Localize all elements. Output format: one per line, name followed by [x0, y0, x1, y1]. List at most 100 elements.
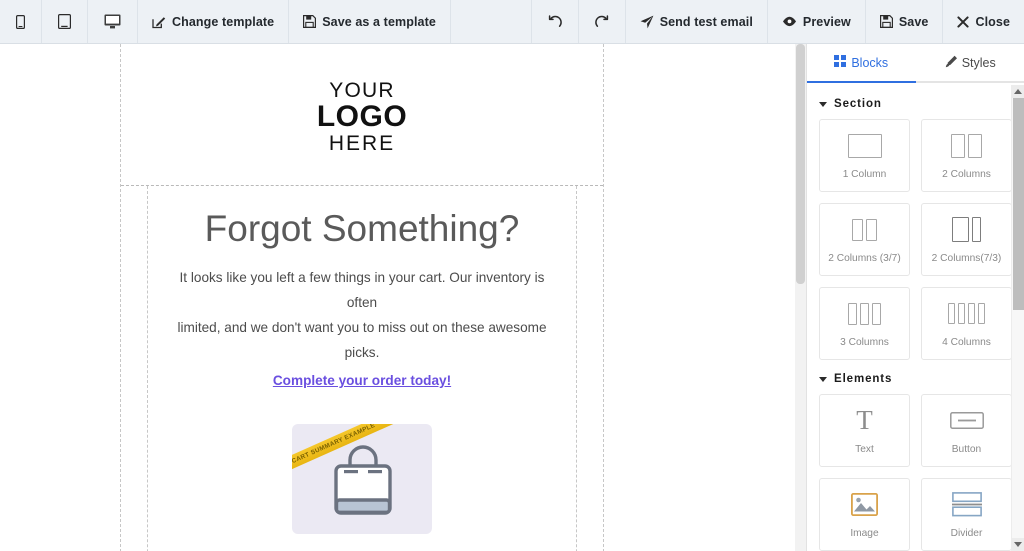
block-4-columns-label: 4 Columns [942, 336, 991, 348]
block-2-columns-3-7-label: 2 Columns (3/7) [828, 252, 901, 264]
two-columns-icon [951, 131, 982, 161]
logo-line-2: LOGO [316, 100, 408, 133]
preview-button[interactable]: Preview [766, 0, 865, 43]
close-button[interactable]: Close [942, 0, 1024, 43]
save-as-template-label: Save as a template [322, 14, 436, 29]
elements-blocks-grid: T Text Button Image Divider [807, 394, 1012, 551]
item-name-text: Item Name x Item Quantity [148, 539, 576, 551]
mobile-preview-button[interactable] [0, 0, 42, 43]
tablet-icon [58, 14, 71, 29]
change-template-button[interactable]: Change template [138, 0, 290, 43]
element-button[interactable]: Button [921, 394, 1012, 467]
element-image[interactable]: Image [819, 478, 910, 551]
top-toolbar: Change template Save as a template Send … [0, 0, 1024, 44]
scroll-down-arrow-icon[interactable] [1012, 538, 1024, 551]
save-label: Save [898, 14, 929, 29]
three-columns-icon [848, 299, 881, 329]
sidebar-scrollbar-thumb[interactable] [1013, 98, 1024, 310]
desktop-icon [104, 14, 121, 29]
block-2-columns-7-3[interactable]: 2 Columns(7/3) [921, 203, 1012, 276]
right-sidebar: Blocks Styles Section 1 Column 2 Columns… [806, 44, 1024, 551]
element-image-label: Image [850, 527, 879, 539]
logo-line-3: HERE [328, 132, 396, 155]
email-section-logo[interactable]: YOUR LOGO HERE [121, 44, 603, 186]
elements-group-header[interactable]: Elements [807, 360, 1012, 394]
brush-icon [944, 55, 957, 71]
send-test-email-button[interactable]: Send test email [624, 0, 767, 43]
sidebar-scrollbar[interactable] [1011, 85, 1024, 551]
block-1-column[interactable]: 1 Column [819, 119, 910, 192]
floppy-disk-icon [879, 15, 893, 28]
toolbar-left-group: Change template Save as a template [0, 0, 451, 43]
preview-label: Preview [802, 14, 851, 29]
block-3-columns-label: 3 Columns [840, 336, 889, 348]
chevron-down-icon [819, 376, 827, 382]
tab-blocks[interactable]: Blocks [807, 44, 916, 83]
eye-icon [782, 16, 797, 27]
section-blocks-grid: 1 Column 2 Columns 2 Columns (3/7) 2 Col… [807, 119, 1012, 360]
save-button[interactable]: Save [864, 0, 943, 43]
redo-icon [594, 14, 609, 29]
product-block[interactable]: CART SUMMARY EXAMPLE [148, 388, 576, 551]
elements-group-label: Elements [834, 373, 893, 385]
body-copy-line-2: limited, and we don't want you to miss o… [177, 319, 547, 360]
element-divider-label: Divider [950, 527, 983, 539]
product-image[interactable]: CART SUMMARY EXAMPLE [292, 424, 432, 535]
email-canvas-area: YOUR LOGO HERE Forgot Something? It look… [0, 44, 806, 551]
email-canvas[interactable]: YOUR LOGO HERE Forgot Something? It look… [120, 44, 604, 551]
one-column-icon [847, 131, 882, 161]
chevron-down-icon [819, 101, 827, 107]
element-divider[interactable]: Divider [921, 478, 1012, 551]
body-copy-block[interactable]: It looks like you left a few things in y… [148, 265, 576, 366]
logo-block[interactable]: YOUR LOGO HERE [121, 44, 603, 185]
canvas-scrollbar[interactable] [795, 44, 806, 551]
logo-line-1: YOUR [329, 79, 395, 102]
sidebar-tabs: Blocks Styles [807, 44, 1024, 83]
element-text[interactable]: T Text [819, 394, 910, 467]
element-button-label: Button [951, 443, 982, 455]
change-template-label: Change template [172, 14, 275, 29]
toolbar-right-group: Send test email Preview Save Close [530, 0, 1024, 43]
redo-button[interactable] [577, 0, 625, 43]
close-label: Close [975, 14, 1010, 29]
tablet-preview-button[interactable] [42, 0, 88, 43]
four-columns-icon [948, 299, 985, 329]
divider-icon [951, 490, 982, 520]
block-2-columns-7-3-label: 2 Columns(7/3) [931, 252, 1002, 264]
block-4-columns[interactable]: 4 Columns [921, 287, 1012, 360]
scroll-up-arrow-icon[interactable] [1012, 85, 1024, 98]
save-as-template-button[interactable]: Save as a template [289, 0, 451, 43]
email-template-editor: Change template Save as a template Send … [0, 0, 1024, 551]
undo-icon [548, 14, 562, 29]
block-1-column-label: 1 Column [842, 168, 887, 180]
two-columns-37-icon [852, 215, 877, 245]
logo: YOUR LOGO HERE [317, 80, 407, 154]
send-test-email-label: Send test email [659, 14, 753, 29]
section-group-header[interactable]: Section [807, 85, 1012, 119]
body-copy-line-1: It looks like you left a few things in y… [179, 269, 545, 310]
pencil-square-icon [152, 15, 166, 29]
canvas-scrollbar-thumb[interactable] [796, 44, 805, 284]
close-icon [957, 15, 970, 28]
block-2-columns-3-7[interactable]: 2 Columns (3/7) [819, 203, 910, 276]
block-2-columns-label: 2 Columns [942, 168, 991, 180]
button-icon [949, 406, 984, 436]
paper-plane-icon [640, 15, 654, 29]
block-2-columns[interactable]: 2 Columns [921, 119, 1012, 192]
mobile-icon [16, 14, 25, 29]
element-text-label: Text [855, 443, 874, 455]
email-section-content[interactable]: Forgot Something? It looks like you left… [147, 186, 577, 551]
headline-text[interactable]: Forgot Something? [148, 186, 576, 265]
desktop-preview-button[interactable] [88, 0, 138, 43]
tab-styles-label: Styles [961, 55, 996, 70]
image-icon [851, 490, 878, 520]
tab-styles[interactable]: Styles [915, 44, 1024, 83]
floppy-disk-icon [303, 15, 317, 28]
section-group-label: Section [834, 98, 882, 110]
undo-button[interactable] [530, 0, 578, 43]
text-icon: T [856, 405, 873, 436]
sidebar-content: Section 1 Column 2 Columns 2 Columns (3/… [807, 85, 1012, 551]
block-3-columns[interactable]: 3 Columns [819, 287, 910, 360]
complete-order-link[interactable]: Complete your order today! [148, 365, 576, 388]
blocks-icon [834, 55, 847, 70]
